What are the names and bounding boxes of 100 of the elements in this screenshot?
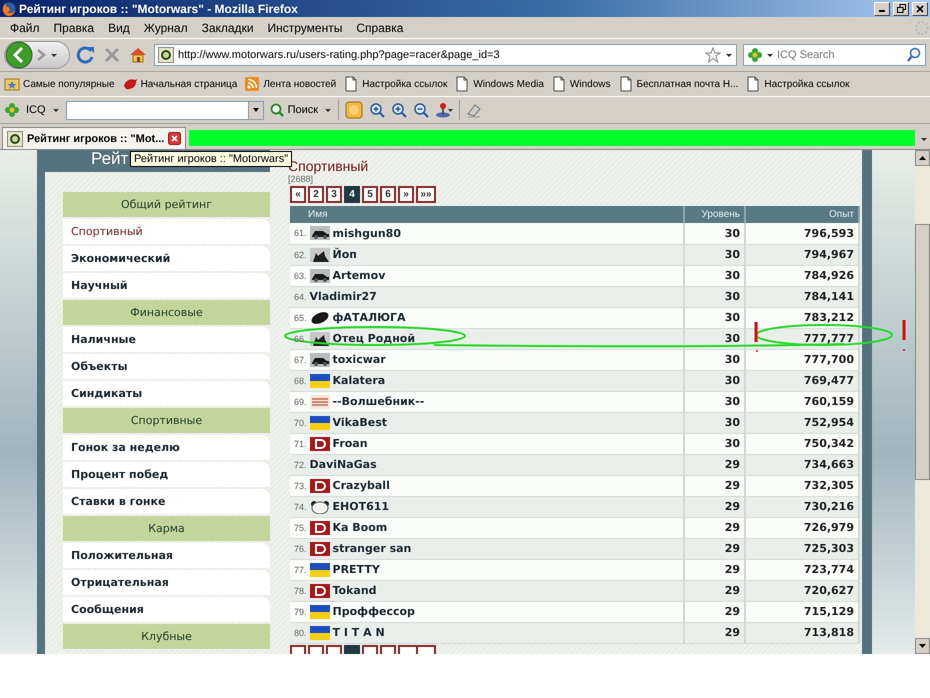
smiley-icon[interactable] [345,101,364,119]
search-field[interactable]: ICQ Search [743,44,926,66]
table-cell: 796,593 [745,223,859,244]
sidebar-item[interactable]: Объекты [63,354,270,379]
player-name[interactable]: Vladimir27 [310,290,377,303]
bookmark-link[interactable]: Самые популярные [23,78,115,90]
caret-icon[interactable] [725,51,733,59]
page-button[interactable]: 6 [380,186,396,203]
bookmark-link[interactable]: Windows Media [473,78,544,90]
menu-item[interactable]: Журнал [136,20,195,34]
rank-number: 73. [294,480,307,490]
bookmark-link[interactable]: Настройка ссылок [362,78,448,90]
player-name[interactable]: DaviNaGas [310,458,377,471]
browser-tab[interactable]: Рейтинг игроков :: "Mot... [2,127,186,149]
player-name[interactable]: T I T A N [332,626,385,639]
bookmark-link[interactable]: Начальная страница [140,78,238,90]
bookmark-link[interactable]: Бесплатная почта Н... [636,78,738,90]
sidebar-item[interactable]: Наличные [63,327,270,352]
page-button[interactable]: 3 [326,186,342,203]
player-name[interactable]: PRETTY [332,563,380,576]
home-icon[interactable] [128,45,148,65]
caret-icon[interactable] [920,135,928,143]
scroll-thumb[interactable] [915,224,930,480]
search-button[interactable]: Поиск [270,103,318,117]
player-name[interactable]: Crazyball [332,479,390,492]
player-name[interactable]: Tokand [332,584,377,597]
icq-menu[interactable]: ICQ [26,104,46,116]
player-name[interactable]: stranger san [332,542,412,555]
player-name[interactable]: Froan [332,437,368,450]
section-title: Спортивные [63,408,270,433]
page-button[interactable]: « [290,186,306,203]
zoom-in-icon[interactable] [391,102,408,118]
bookmark-link[interactable]: Windows [570,78,610,90]
table-cell: 723,774 [745,559,859,580]
caret-icon[interactable] [52,106,60,114]
player-name[interactable]: Проффессор [332,605,415,618]
player-name[interactable]: Отец Родной [332,332,416,345]
scroll-up-icon[interactable] [919,156,926,160]
minimize-icon [879,10,885,12]
eraser-icon[interactable] [466,102,482,118]
rank-number: 64. [294,292,307,302]
page-button[interactable]: 2 [308,186,324,203]
close-tab-icon[interactable] [168,132,182,145]
menu-item[interactable]: Вид [101,20,137,34]
zoom-in-icon[interactable] [369,102,386,118]
page-button[interactable]: 4 [344,186,360,203]
badge-icon [310,478,330,492]
player-name[interactable]: фАТАЛЮГА [332,311,406,324]
star-icon[interactable] [705,47,721,63]
sidebar-item[interactable]: Ставки в гонке [63,489,270,514]
scroll-down-icon[interactable] [919,644,926,648]
bookmark-link[interactable]: Настройка ссылок [764,78,850,90]
player-name[interactable]: Ka Boom [332,521,388,534]
player-name[interactable]: VikaBest [332,416,387,429]
table-cell: 777,700 [745,349,859,370]
sidebar-item[interactable]: Положительная [63,543,270,568]
player-name[interactable]: mishgun80 [332,226,401,240]
search-icon[interactable] [906,47,922,63]
page-button[interactable]: 5 [362,186,378,203]
zoom-out-icon[interactable] [413,102,430,118]
caret-icon[interactable] [324,106,332,114]
minimize-button[interactable] [874,2,890,16]
player-name[interactable]: Kalatera [332,374,386,387]
close-button[interactable] [912,2,928,16]
back-icon[interactable] [5,41,33,69]
sidebar-item[interactable]: Отрицательная [63,570,270,595]
menu-item[interactable]: Инструменты [260,20,350,34]
player-name[interactable]: EHOT611 [332,500,390,513]
rank-number: 79. [294,606,307,616]
sidebar-item[interactable]: Сообщения [63,597,270,622]
player-name[interactable]: --Волшебник-- [332,395,424,408]
sidebar-item[interactable]: Научный [63,273,270,298]
menu-item[interactable]: Правка [46,20,102,34]
sidebar-item[interactable]: Синдикаты [63,381,270,406]
player-name[interactable]: Artemov [332,269,386,282]
badge-icon [310,436,330,450]
page-icon [343,76,360,92]
page-button[interactable]: »» [416,186,436,203]
page-button[interactable]: » [398,186,414,203]
address-field[interactable]: http://www.motorwars.ru/users-rating.php?page=racer&page_id=3 [154,44,737,66]
caret-icon[interactable] [766,51,774,59]
search-combo-field[interactable] [66,100,264,120]
menu-item[interactable]: Справка [349,20,410,34]
bookmark-link[interactable]: Лента новостей [263,78,336,90]
table-cell: 30 [684,349,745,370]
restore-button[interactable] [893,2,909,16]
player-name[interactable]: Йоп [332,248,357,261]
sidebar-item[interactable]: Экономический [63,246,270,271]
menu-item[interactable]: Файл [3,20,47,34]
table-cell: 29 [684,475,745,496]
menu-item[interactable]: Закладки [194,20,261,34]
player-name[interactable]: toxicwar [332,353,386,366]
scrollbar[interactable] [915,150,930,654]
sidebar-item[interactable]: Процент побед [63,462,270,487]
joystick-icon[interactable] [435,102,454,118]
total-count: [2688] [288,174,314,184]
sidebar-item[interactable]: Гонок за неделю [63,435,270,460]
sidebar-item[interactable]: Спортивный [63,219,270,244]
blob-icon [310,310,330,324]
reload-icon[interactable] [76,45,96,65]
